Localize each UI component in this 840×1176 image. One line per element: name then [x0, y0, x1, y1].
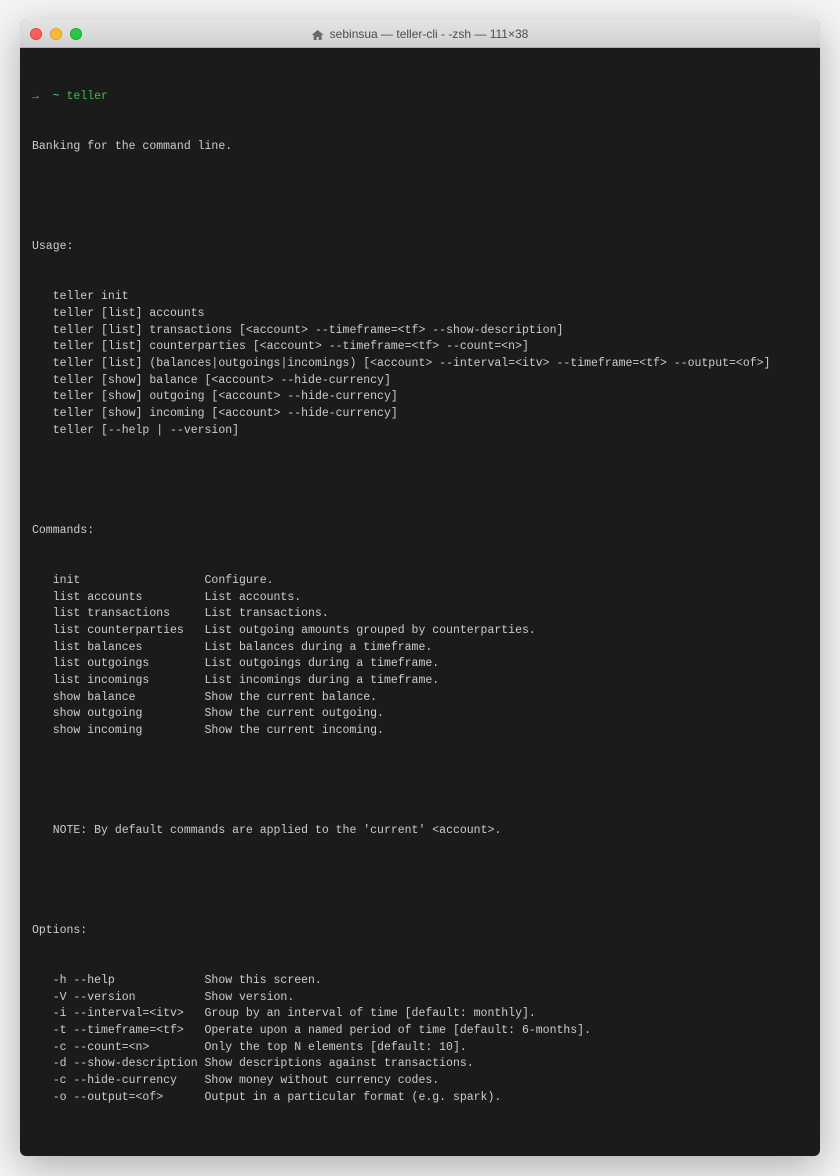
options-block: -h --helpShow this screen.-V --versionSh…	[32, 973, 808, 1106]
commands-title: Commands:	[32, 523, 808, 540]
option-flag: -t --timeframe=<tf>	[53, 1023, 205, 1040]
command-desc: Configure.	[205, 573, 808, 590]
option-desc: Show version.	[205, 990, 808, 1007]
command-desc: List outgoing amounts grouped by counter…	[205, 623, 808, 640]
usage-line: teller [show] outgoing [<account> --hide…	[53, 389, 808, 406]
command-desc: Show the current outgoing.	[205, 706, 808, 723]
command-row: show incomingShow the current incoming.	[32, 723, 808, 740]
command-desc: Show the current incoming.	[205, 723, 808, 740]
header-line: Banking for the command line.	[32, 139, 808, 156]
option-flag: -c --count=<n>	[53, 1040, 205, 1057]
command-desc: List outgoings during a timeframe.	[205, 656, 808, 673]
command-name: list accounts	[53, 590, 205, 607]
usage-line: teller init	[53, 289, 808, 306]
minimize-icon[interactable]	[50, 28, 62, 40]
usage-line: teller [show] balance [<account> --hide-…	[53, 373, 808, 390]
prompt-line: → ~ teller	[32, 89, 808, 106]
command-name: show incoming	[53, 723, 205, 740]
usage-line: teller [show] incoming [<account> --hide…	[53, 406, 808, 423]
option-row: -h --helpShow this screen.	[32, 973, 808, 990]
usage-title: Usage:	[32, 239, 808, 256]
command-row: list incomingsList incomings during a ti…	[32, 673, 808, 690]
option-desc: Only the top N elements [default: 10].	[205, 1040, 808, 1057]
option-row: -o --output=<of>Output in a particular f…	[32, 1090, 808, 1107]
option-row: -c --hide-currencyShow money without cur…	[32, 1073, 808, 1090]
command-name: list outgoings	[53, 656, 205, 673]
command-name: show outgoing	[53, 706, 205, 723]
command-row: list outgoingsList outgoings during a ti…	[32, 656, 808, 673]
blank-line	[32, 473, 808, 490]
commands-block: initConfigure.list accountsList accounts…	[32, 573, 808, 740]
home-icon	[312, 29, 324, 39]
command-row: list counterpartiesList outgoing amounts…	[32, 623, 808, 640]
option-flag: -c --hide-currency	[53, 1073, 205, 1090]
traffic-lights	[30, 28, 82, 40]
blank-line	[32, 773, 808, 790]
command-desc: List incomings during a timeframe.	[205, 673, 808, 690]
option-row: -c --count=<n>Only the top N elements [d…	[32, 1040, 808, 1057]
usage-line: teller [--help | --version]	[53, 423, 808, 440]
command-name: show balance	[53, 690, 205, 707]
option-flag: -V --version	[53, 990, 205, 1007]
command-row: show balanceShow the current balance.	[32, 690, 808, 707]
usage-line: teller [list] accounts	[53, 306, 808, 323]
prompt-tilde: ~	[53, 89, 60, 106]
command-name: init	[53, 573, 205, 590]
prompt-command: teller	[67, 89, 108, 106]
option-desc: Operate upon a named period of time [def…	[205, 1023, 808, 1040]
command-desc: List accounts.	[205, 590, 808, 607]
command-row: list accountsList accounts.	[32, 590, 808, 607]
terminal-window: sebinsua — teller-cli - -zsh — 111×38 → …	[20, 20, 820, 1156]
option-row: -d --show-descriptionShow descriptions a…	[32, 1056, 808, 1073]
window-title-text: sebinsua — teller-cli - -zsh — 111×38	[330, 27, 529, 41]
command-name: list incomings	[53, 673, 205, 690]
option-row: -i --interval=<itv>Group by an interval …	[32, 1006, 808, 1023]
usage-line: teller [list] transactions [<account> --…	[53, 323, 808, 340]
option-flag: -d --show-description	[53, 1056, 205, 1073]
option-row: -V --versionShow version.	[32, 990, 808, 1007]
window-title: sebinsua — teller-cli - -zsh — 111×38	[312, 27, 529, 41]
command-desc: Show the current balance.	[205, 690, 808, 707]
command-row: initConfigure.	[32, 573, 808, 590]
option-desc: Output in a particular format (e.g. spar…	[205, 1090, 808, 1107]
blank-line	[32, 189, 808, 206]
commands-note: NOTE: By default commands are applied to…	[53, 823, 808, 840]
option-desc: Show money without currency codes.	[205, 1073, 808, 1090]
command-desc: List transactions.	[205, 606, 808, 623]
option-flag: -o --output=<of>	[53, 1090, 205, 1107]
blank-line	[32, 873, 808, 890]
command-row: show outgoingShow the current outgoing.	[32, 706, 808, 723]
usage-block: teller initteller [list] accountsteller …	[32, 289, 808, 439]
option-desc: Show this screen.	[205, 973, 808, 990]
terminal-body[interactable]: → ~ teller Banking for the command line.…	[20, 48, 820, 1156]
option-row: -t --timeframe=<tf>Operate upon a named …	[32, 1023, 808, 1040]
title-bar: sebinsua — teller-cli - -zsh — 111×38	[20, 20, 820, 48]
option-flag: -h --help	[53, 973, 205, 990]
prompt-arrow-icon: →	[32, 89, 39, 106]
close-icon[interactable]	[30, 28, 42, 40]
command-name: list counterparties	[53, 623, 205, 640]
command-row: list transactionsList transactions.	[32, 606, 808, 623]
option-desc: Show descriptions against transactions.	[205, 1056, 808, 1073]
command-name: list transactions	[53, 606, 205, 623]
option-desc: Group by an interval of time [default: m…	[205, 1006, 808, 1023]
usage-line: teller [list] (balances|outgoings|incomi…	[53, 356, 808, 373]
options-title: Options:	[32, 923, 808, 940]
usage-line: teller [list] counterparties [<account> …	[53, 339, 808, 356]
maximize-icon[interactable]	[70, 28, 82, 40]
option-flag: -i --interval=<itv>	[53, 1006, 205, 1023]
